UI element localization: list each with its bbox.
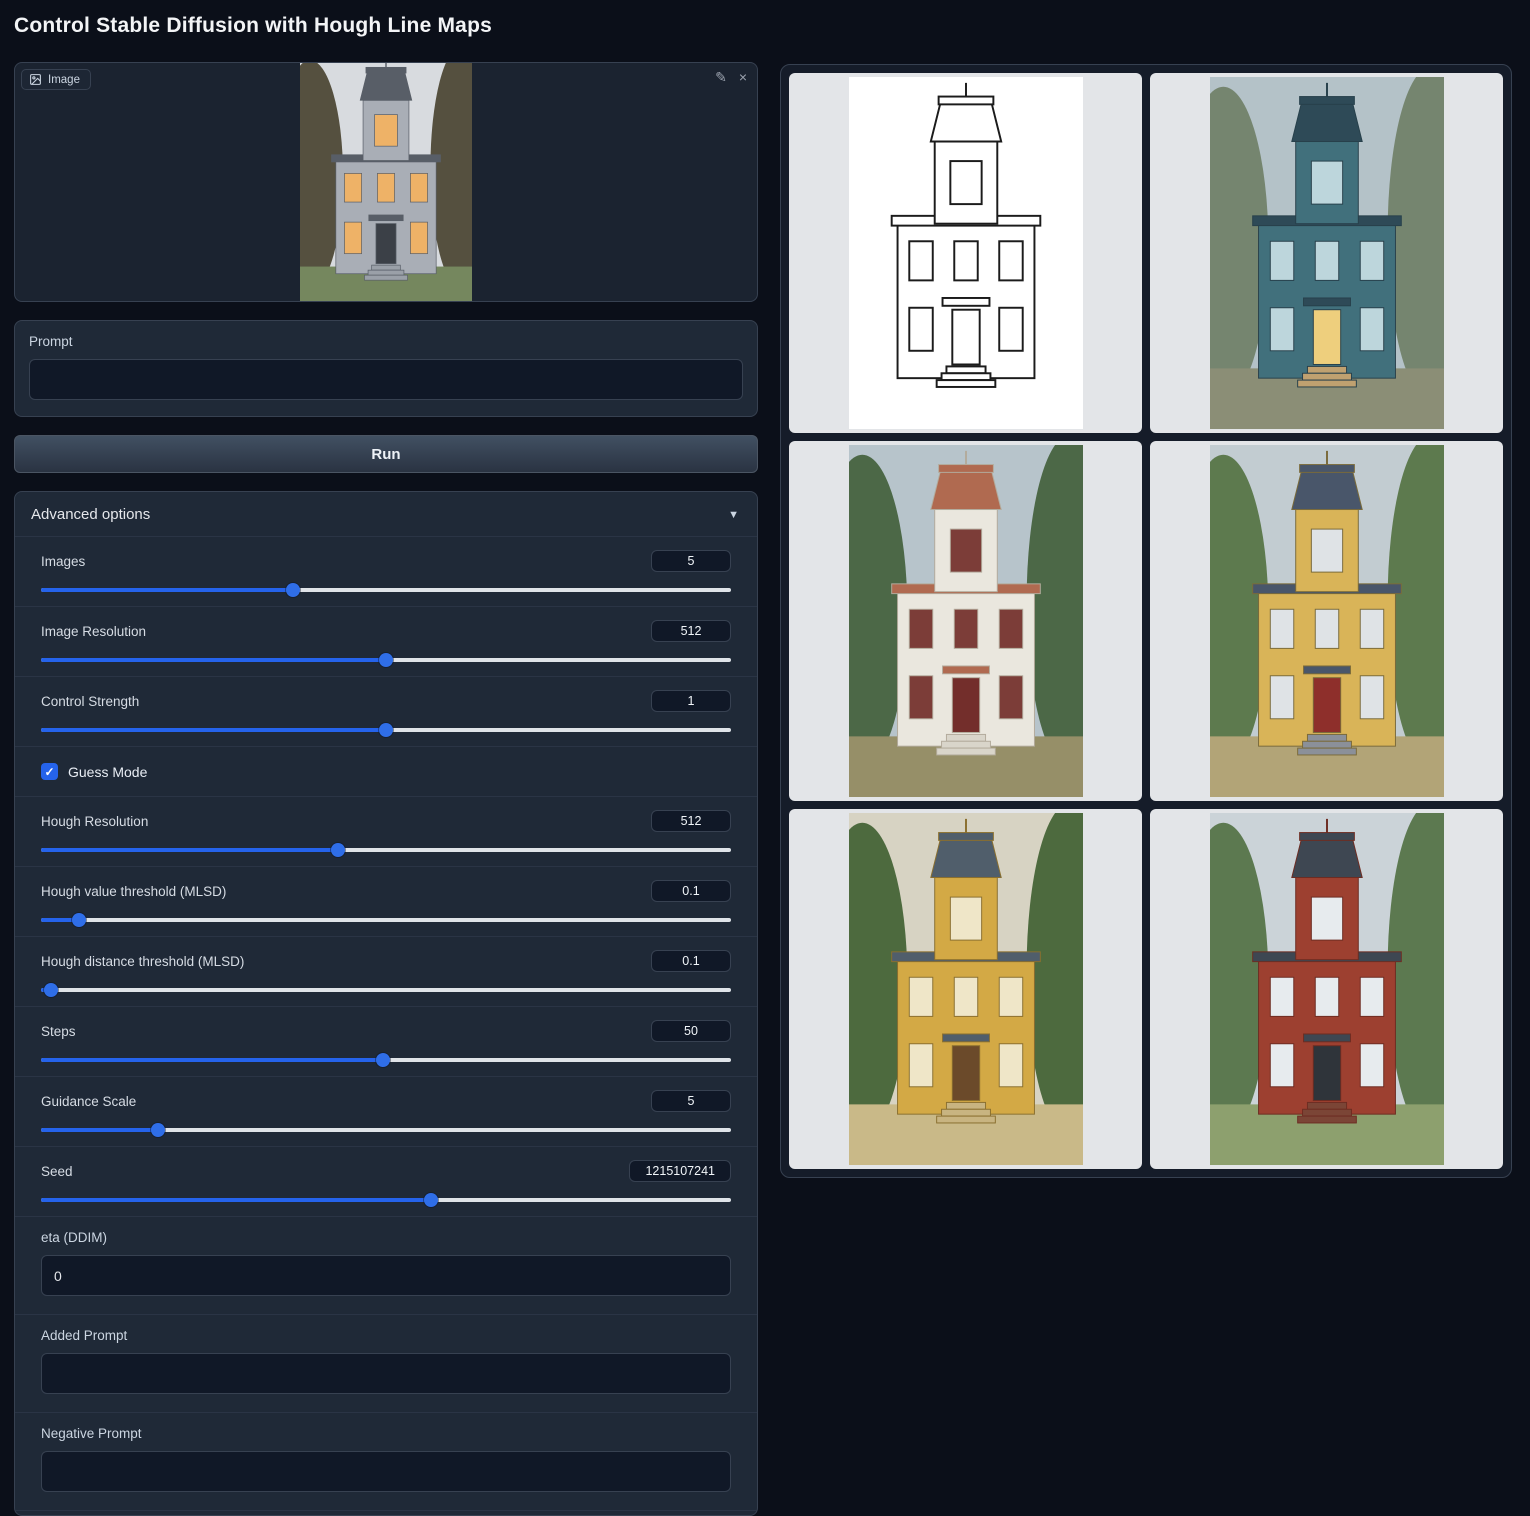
slider-track[interactable] [41,1053,731,1067]
negative-prompt-field-row: Negative Prompt [15,1413,757,1511]
gallery-item-result-2[interactable] [789,441,1142,801]
checkbox-label: Guess Mode [68,764,147,780]
gallery-item-hough-map[interactable] [789,73,1142,433]
slider-handle[interactable] [286,583,300,597]
check-icon: ✓ [44,766,54,778]
slider-value-input[interactable]: 0.1 [651,950,731,972]
gallery-item-result-3[interactable] [1150,441,1503,801]
gallery-item-result-5[interactable] [1150,809,1503,1169]
guidance-scale-slider-row: Guidance Scale 5 [15,1077,757,1147]
negative-prompt-input[interactable] [41,1451,731,1492]
house-illustration [1210,77,1444,429]
slider-handle[interactable] [424,1193,438,1207]
advanced-options-body: Images 5 Image Resolution 512 [15,536,757,1511]
slider-value-input[interactable]: 5 [651,550,731,572]
slider-label: Images [41,554,85,569]
slider-label: Hough value threshold (MLSD) [41,884,226,899]
seed-slider-row: Seed 1215107241 [15,1147,757,1217]
house-illustration [849,813,1083,1165]
advanced-options-header[interactable]: Advanced options ▼ [15,492,757,536]
house-illustration [1210,813,1444,1165]
controls-column: Image ✎ × Prompt Run [14,62,758,1516]
run-button[interactable]: Run [14,435,758,473]
edit-image-button[interactable]: ✎ [715,70,727,84]
image-resolution-slider-row: Image Resolution 512 [15,607,757,677]
guess-mode-row: ✓ Guess Mode [15,747,757,797]
gallery-item-result-4[interactable] [789,809,1142,1169]
prompt-panel: Prompt [14,320,758,417]
slider-track[interactable] [41,583,731,597]
eta-field-row: eta (DDIM) [15,1217,757,1315]
slider-value-input[interactable]: 1215107241 [629,1160,731,1182]
slider-handle[interactable] [379,653,393,667]
slider-handle[interactable] [72,913,86,927]
slider-value-input[interactable]: 512 [651,620,731,642]
field-label: Negative Prompt [41,1426,731,1441]
output-gallery [780,64,1512,1178]
steps-slider-row: Steps 50 [15,1007,757,1077]
slider-value-input[interactable]: 1 [651,690,731,712]
house-illustration [849,77,1083,429]
slider-value-input[interactable]: 0.1 [651,880,731,902]
clear-image-button[interactable]: × [739,70,747,84]
image-upload-panel: Image ✎ × [14,62,758,302]
image-actions: ✎ × [715,70,747,84]
slider-track[interactable] [41,913,731,927]
slider-label: Hough distance threshold (MLSD) [41,954,244,969]
house-illustration [1210,445,1444,797]
images-slider-row: Images 5 [15,537,757,607]
slider-track[interactable] [41,843,731,857]
slider-track[interactable] [41,1123,731,1137]
slider-value-input[interactable]: 50 [651,1020,731,1042]
hough-distance-threshold-slider-row: Hough distance threshold (MLSD) 0.1 [15,937,757,1007]
image-icon [29,73,42,86]
house-illustration [849,445,1083,797]
slider-handle[interactable] [44,983,58,997]
slider-track[interactable] [41,983,731,997]
prompt-label: Prompt [29,334,743,349]
guess-mode-checkbox[interactable]: ✓ [41,763,58,780]
added-prompt-field-row: Added Prompt [15,1315,757,1413]
house-illustration [300,63,472,301]
slider-value-input[interactable]: 512 [651,810,731,832]
slider-track[interactable] [41,1193,731,1207]
gallery-item-result-1[interactable] [1150,73,1503,433]
slider-value-input[interactable]: 5 [651,1090,731,1112]
hough-value-threshold-slider-row: Hough value threshold (MLSD) 0.1 [15,867,757,937]
slider-handle[interactable] [379,723,393,737]
slider-handle[interactable] [331,843,345,857]
advanced-options-panel: Advanced options ▼ Images 5 Image Resolu… [14,491,758,1516]
control-strength-slider-row: Control Strength 1 [15,677,757,747]
hough-resolution-slider-row: Hough Resolution 512 [15,797,757,867]
eta-input[interactable] [41,1255,731,1296]
slider-handle[interactable] [151,1123,165,1137]
image-label: Image [48,74,80,86]
advanced-options-title: Advanced options [31,506,150,523]
slider-track[interactable] [41,653,731,667]
added-prompt-input[interactable] [41,1353,731,1394]
field-label: eta (DDIM) [41,1230,731,1245]
slider-label: Control Strength [41,694,139,709]
slider-label: Seed [41,1164,73,1179]
input-image-preview [300,63,472,301]
page-title: Control Stable Diffusion with Hough Line… [14,14,492,38]
chevron-down-icon: ▼ [728,509,739,521]
prompt-input[interactable] [29,359,743,400]
slider-label: Hough Resolution [41,814,148,829]
slider-label: Guidance Scale [41,1094,136,1109]
slider-label: Steps [41,1024,76,1039]
image-label-chip: Image [21,69,91,90]
slider-handle[interactable] [376,1053,390,1067]
slider-track[interactable] [41,723,731,737]
slider-label: Image Resolution [41,624,146,639]
field-label: Added Prompt [41,1328,731,1343]
